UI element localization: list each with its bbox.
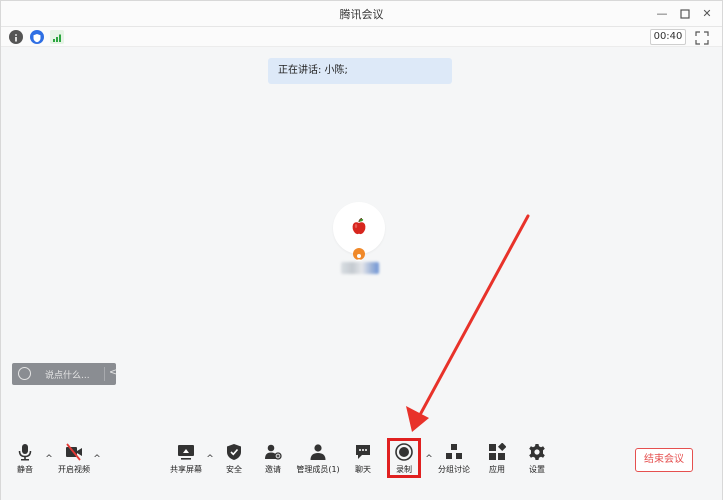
apps-grid-icon [489,443,506,460]
gear-icon [529,444,545,460]
status-bar: 00:40 [1,27,722,47]
close-icon[interactable]: ✕ [698,5,716,23]
settings-label: 设置 [529,465,545,474]
start-video-label: 开启视频 [58,465,90,474]
participant-name-blurred [341,262,379,274]
collapse-icon[interactable]: < [109,367,117,378]
mute-button[interactable]: 静音 [2,439,48,479]
speaking-indicator: 正在讲话: 小陈; [268,58,452,84]
app-window: 腾讯会议 — ✕ 00:40 正在讲话: 小陈; 说点什么... < 静音 ^ … [0,0,723,500]
host-badge-icon [353,248,365,261]
title-bar: 腾讯会议 — ✕ [1,1,722,27]
meeting-timer: 00:40 [650,29,686,45]
share-screen-icon [178,445,194,460]
info-icon[interactable] [9,30,23,44]
minimize-icon[interactable]: — [653,5,671,23]
end-meeting-button[interactable]: 结束会议 [635,448,693,472]
security-shield-icon [227,444,241,460]
start-video-button[interactable]: 开启视频 [51,439,97,479]
divider [104,367,105,381]
video-area: 正在讲话: 小陈; 说点什么... < [1,47,722,435]
members-icon [310,444,326,460]
chat-input[interactable]: 说点什么... < [12,363,117,385]
emoji-icon[interactable] [18,367,31,380]
microphone-icon [18,444,32,461]
chat-placeholder: 说点什么... [45,371,90,381]
fullscreen-icon[interactable] [695,30,709,45]
apple-avatar-icon [352,218,366,235]
breakout-rooms-icon [446,444,462,459]
signal-icon[interactable] [50,30,64,44]
maximize-icon[interactable] [676,5,694,23]
record-highlight-box [387,438,421,478]
bottom-toolbar: 静音 ^ 开启视频 ^ 共享屏幕 ^ 安全 邀请 管理成员(1) 聊天 录制 ^… [1,435,722,500]
shield-icon[interactable] [30,30,44,44]
chat-bubble-icon [356,445,370,459]
settings-button[interactable]: 设置 [514,439,560,479]
video-off-icon [66,443,82,461]
window-title: 腾讯会议 [339,8,384,21]
invite-user-icon [265,444,282,460]
chevron-up-icon[interactable]: ^ [93,454,101,464]
